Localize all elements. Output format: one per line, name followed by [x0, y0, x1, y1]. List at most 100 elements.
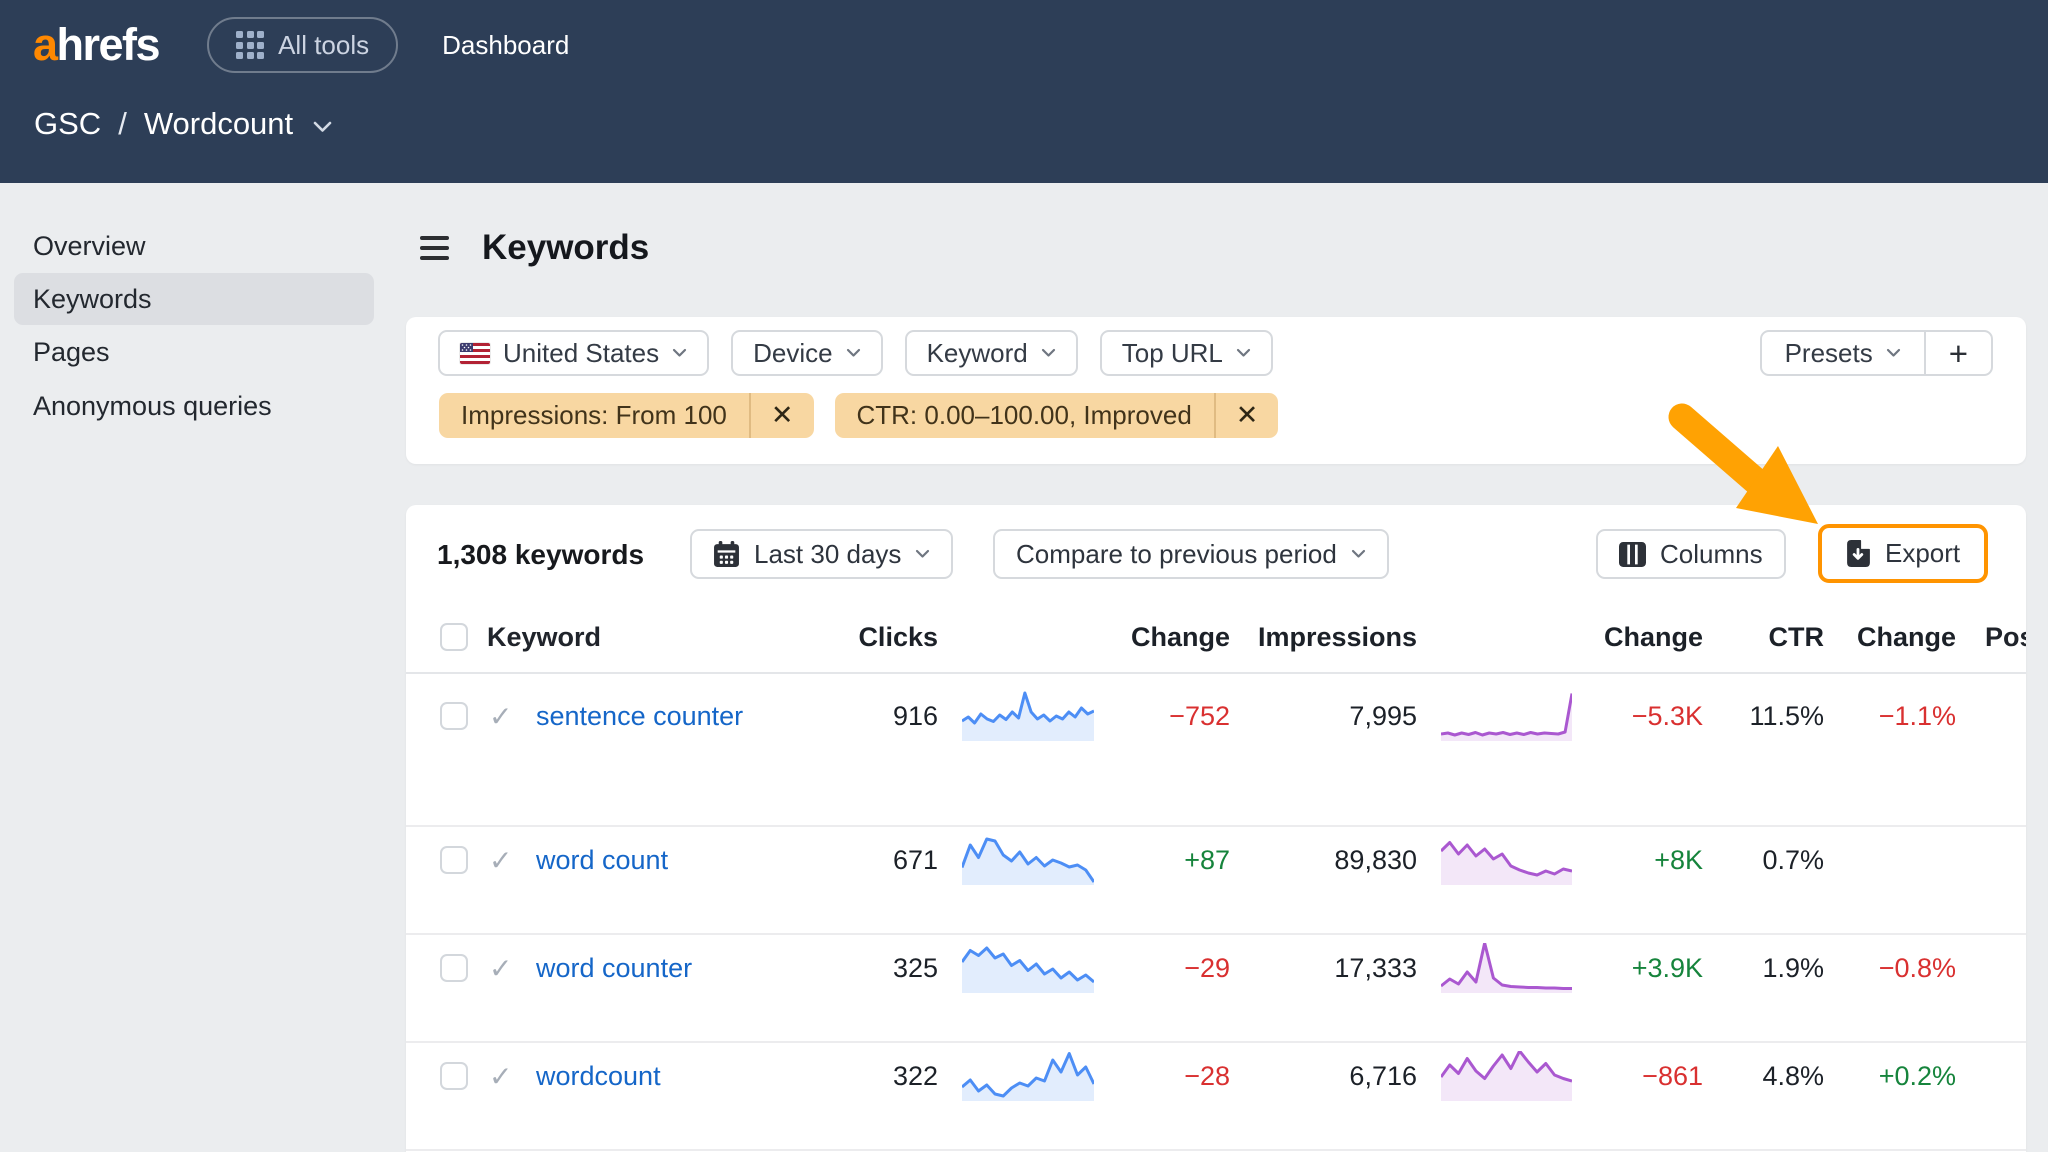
filters-panel: United States Device Keyword Top URL Pre… [406, 317, 2026, 464]
clicks-value: 671 [786, 832, 938, 888]
filter-chip-impressions[interactable]: Impressions: From 100 ✕ [439, 393, 814, 438]
logo-accent-letter: a [33, 19, 57, 70]
country-filter-dropdown[interactable]: United States [438, 330, 709, 376]
clicks-change-value: −752 [1096, 688, 1230, 744]
sidebar-item-overview[interactable]: Overview [14, 220, 374, 272]
header-impressions-change[interactable]: Change [1563, 604, 1703, 670]
keyword-count: 1,308 keywords [437, 505, 644, 604]
sidebar-item-anonymous-queries[interactable]: Anonymous queries [14, 380, 374, 432]
ctr-change-value [1826, 832, 1956, 888]
top-navbar: ahrefs All tools Dashboard GSC / Wordcou… [0, 0, 2048, 183]
export-button[interactable]: Export [1818, 524, 1988, 583]
keyword-link[interactable]: sentence counter [536, 701, 743, 732]
presets-dropdown[interactable]: Presets [1762, 332, 1924, 374]
header-clicks-change[interactable]: Change [1096, 604, 1230, 670]
top-url-filter-dropdown[interactable]: Top URL [1100, 330, 1273, 376]
row-checkbox[interactable] [440, 846, 468, 874]
header-position[interactable]: Pos [1985, 604, 2026, 670]
plus-icon: + [1949, 337, 1968, 370]
impressions-value: 17,333 [1257, 940, 1417, 996]
clicks-change-value: +87 [1096, 832, 1230, 888]
header-keyword[interactable]: Keyword [487, 604, 601, 670]
impressions-change-value: +3.9K [1563, 940, 1703, 996]
calendar-icon [713, 541, 740, 568]
us-flag-icon [460, 343, 490, 364]
impressions-value: 7,995 [1257, 688, 1417, 744]
remove-filter-icon[interactable]: ✕ [1214, 393, 1279, 438]
sidebar-item-pages[interactable]: Pages [14, 326, 374, 378]
all-tools-label: All tools [278, 30, 369, 61]
ahrefs-logo[interactable]: ahrefs [33, 19, 159, 71]
country-filter-label: United States [503, 338, 659, 369]
keyword-filter-label: Keyword [927, 338, 1028, 369]
clicks-change-value: −29 [1096, 940, 1230, 996]
columns-button[interactable]: Columns [1596, 529, 1786, 579]
page-title: Keywords [482, 228, 649, 268]
export-label: Export [1885, 538, 1960, 569]
clicks-change-value: −28 [1096, 1048, 1230, 1104]
grid-icon [236, 31, 264, 59]
compare-period-dropdown[interactable]: Compare to previous period [993, 529, 1389, 579]
chevron-down-icon [1886, 348, 1901, 358]
add-preset-button[interactable]: + [1924, 332, 1991, 374]
impressions-sparkline [1441, 688, 1572, 744]
device-filter-label: Device [753, 338, 832, 369]
sidebar-item-keywords[interactable]: Keywords [14, 273, 374, 325]
chevron-down-icon [1236, 348, 1251, 358]
table-row: ✓ wordcount 322 −28 6,716 −861 4.8% +0.2… [406, 1043, 2026, 1151]
check-icon: ✓ [489, 940, 529, 996]
keyword-link[interactable]: wordcount [536, 1061, 661, 1092]
chevron-down-icon [846, 348, 861, 358]
compare-period-label: Compare to previous period [1016, 539, 1337, 570]
check-icon: ✓ [489, 688, 529, 744]
all-tools-button[interactable]: All tools [207, 17, 398, 73]
row-checkbox[interactable] [440, 954, 468, 982]
ctr-change-value: −0.8% [1826, 940, 1956, 996]
filter-chip-ctr[interactable]: CTR: 0.00–100.00, Improved ✕ [835, 393, 1279, 438]
breadcrumb: GSC / Wordcount [34, 106, 332, 142]
row-checkbox[interactable] [440, 1062, 468, 1090]
table-body: ✓ sentence counter 916 −752 7,995 −5.3K … [406, 672, 2026, 1151]
keyword-link[interactable]: word counter [536, 953, 692, 984]
menu-icon[interactable] [420, 232, 449, 264]
ctr-value: 11.5% [1704, 688, 1824, 744]
clicks-sparkline [962, 688, 1094, 744]
dashboard-link[interactable]: Dashboard [442, 30, 569, 61]
presets-group: Presets + [1760, 330, 1993, 376]
header-clicks[interactable]: Clicks [786, 604, 938, 670]
keyword-link[interactable]: word count [536, 845, 668, 876]
clicks-value: 322 [786, 1048, 938, 1104]
chevron-down-icon [1351, 549, 1366, 559]
ctr-change-value: +0.2% [1826, 1048, 1956, 1104]
top-url-filter-label: Top URL [1122, 338, 1223, 369]
impressions-sparkline [1441, 940, 1572, 996]
header-ctr-change[interactable]: Change [1826, 604, 1956, 670]
columns-icon [1619, 542, 1646, 567]
impressions-sparkline [1441, 832, 1572, 888]
keyword-filter-dropdown[interactable]: Keyword [905, 330, 1078, 376]
date-range-label: Last 30 days [754, 539, 901, 570]
impressions-value: 89,830 [1257, 832, 1417, 888]
remove-filter-icon[interactable]: ✕ [749, 393, 814, 438]
ctr-change-value: −1.1% [1826, 688, 1956, 744]
select-all-checkbox[interactable] [440, 623, 468, 651]
date-range-dropdown[interactable]: Last 30 days [690, 529, 953, 579]
device-filter-dropdown[interactable]: Device [731, 330, 882, 376]
clicks-value: 916 [786, 688, 938, 744]
row-checkbox[interactable] [440, 702, 468, 730]
header-ctr[interactable]: CTR [1704, 604, 1824, 670]
logo-rest: hrefs [57, 19, 160, 70]
breadcrumb-project[interactable]: GSC [34, 106, 101, 142]
chevron-down-icon[interactable] [313, 121, 332, 133]
sidebar: Overview Keywords Pages Anonymous querie… [0, 183, 405, 1152]
breadcrumb-separator: / [118, 106, 127, 142]
chevron-down-icon [672, 348, 687, 358]
ctr-value: 0.7% [1704, 832, 1824, 888]
export-file-icon [1846, 539, 1871, 568]
impressions-sparkline [1441, 1048, 1572, 1104]
table-header-row: Keyword Clicks Change Impressions Change… [406, 604, 2026, 674]
presets-label: Presets [1785, 338, 1873, 369]
header-impressions[interactable]: Impressions [1257, 604, 1417, 670]
chevron-down-icon [1041, 348, 1056, 358]
breadcrumb-page[interactable]: Wordcount [144, 106, 293, 142]
